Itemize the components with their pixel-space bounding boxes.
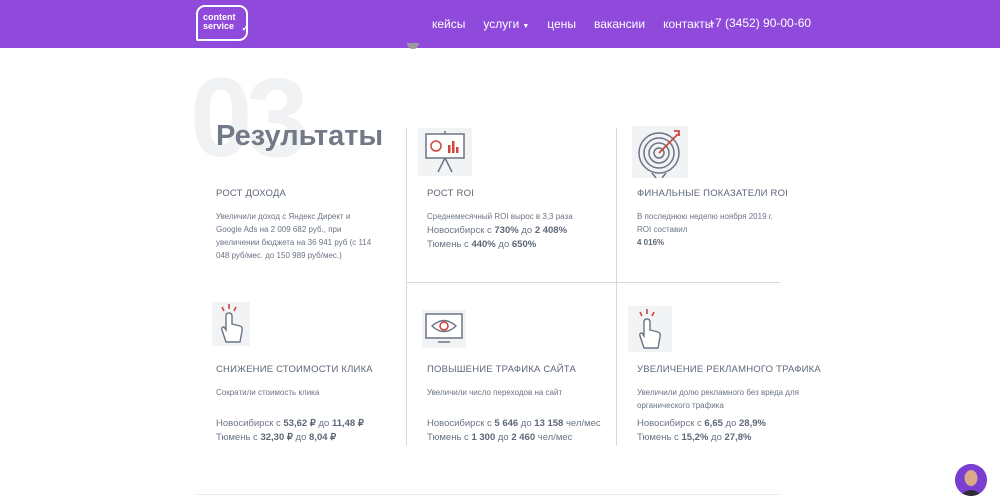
nav-item-services-label: услуги <box>483 17 520 31</box>
target-icon <box>632 126 688 179</box>
card-text: Увеличили число переходов на сайт <box>427 388 563 397</box>
nav-item-services[interactable]: услуги ▼ <box>483 17 529 31</box>
metric-mid: до <box>292 432 310 443</box>
metric-prefix: Тюмень с <box>427 432 472 443</box>
metric-unit: чел/мес <box>535 432 573 443</box>
metric-mid: до <box>315 418 332 429</box>
grid-divider <box>616 128 617 446</box>
scroll-indicator <box>407 43 419 49</box>
roi-value: 4 016% <box>637 238 665 247</box>
metric-mid: до <box>495 432 512 443</box>
nav-item-vacancies[interactable]: вакансии <box>594 17 645 31</box>
site-header: content service ✓ кейсы услуги ▼ цены вак… <box>0 0 1000 48</box>
logo[interactable]: content service ✓ <box>196 5 249 41</box>
metric-line: Новосибирск с 5 646 до 13 158 чел/мес <box>427 417 601 431</box>
card-text: Увеличили долю рекламного без вреда для … <box>637 388 799 410</box>
card-title: Увеличение рекламного трафика <box>637 364 821 375</box>
metric-line: Тюмень с 1 300 до 2 460 чел/мес <box>427 431 572 445</box>
metric-line: Тюмень с 32,30 ₽ до 8,04 ₽ <box>216 431 336 445</box>
eye-monitor-icon <box>422 310 466 348</box>
metric-unit: чел/мес <box>563 418 601 429</box>
metric-prefix: Новосибирск с <box>637 418 705 429</box>
metric-to: 13 158 <box>534 418 564 429</box>
metric-mid: до <box>722 418 739 429</box>
person-avatar-icon <box>955 464 987 496</box>
metric-line: Новосибирск с 53,62 ₽ до 11,48 ₽ <box>216 417 364 431</box>
card-title: Снижение стоимости клика <box>216 364 373 375</box>
metric-mid: до <box>708 432 725 443</box>
metric-to: 27,8% <box>724 432 752 443</box>
card-text: Среднемесячный ROI вырос в 3,3 раза <box>427 212 573 221</box>
nav-item-cases[interactable]: кейсы <box>432 17 465 31</box>
card-text: В последнюю неделю ноября 2019 г. ROI со… <box>637 212 773 234</box>
grid-divider <box>406 282 780 283</box>
metric-to: 2 408% <box>534 225 568 236</box>
card-title: Рост дохода <box>216 188 287 199</box>
metric-to: 28,9% <box>739 418 766 429</box>
metric-mid: до <box>495 239 512 250</box>
card-title: Рост ROI <box>427 188 474 199</box>
metric-from: 730% <box>494 225 519 236</box>
section-number: 03 <box>190 55 309 180</box>
logo-line-2: service <box>203 21 235 31</box>
metric-from: 6,65 <box>704 418 723 429</box>
metric-from: 53,62 ₽ <box>283 418 316 429</box>
metric-from: 440% <box>471 239 496 250</box>
metric-prefix: Тюмень с <box>216 432 261 443</box>
metric-to: 11,48 ₽ <box>331 418 364 429</box>
presentation-board-icon <box>418 128 472 176</box>
metric-to: 8,04 ₽ <box>309 432 337 443</box>
metric-line: Тюмень с 440% до 650% <box>427 238 536 252</box>
metric-prefix: Тюмень с <box>637 432 682 443</box>
card-title: Финальные показатели ROI <box>637 188 789 199</box>
metric-mid: до <box>518 225 535 236</box>
section-title: Результаты <box>216 120 384 152</box>
card-text: Увеличили доход с Яндекс Директ и Google… <box>216 212 372 260</box>
metric-line: Новосибирск с 730% до 2 408% <box>427 224 567 238</box>
metric-to: 2 460 <box>511 432 536 443</box>
metric-prefix: Новосибирск с <box>216 418 284 429</box>
nav-item-prices[interactable]: цены <box>547 17 576 31</box>
metric-to: 650% <box>511 239 537 250</box>
pointer-click-icon <box>628 306 672 352</box>
main-nav: кейсы услуги ▼ цены вакансии контакты <box>432 0 731 48</box>
pointer-click-icon <box>212 302 250 346</box>
check-icon: ✓ <box>241 23 249 33</box>
metric-from: 32,30 ₽ <box>260 432 293 443</box>
metric-prefix: Тюмень с <box>427 239 472 250</box>
grid-divider <box>406 128 407 446</box>
section-divider <box>196 494 780 495</box>
nav-item-contacts[interactable]: контакты <box>663 17 713 31</box>
metric-line: Тюмень с 15,2% до 27,8% <box>637 431 751 445</box>
chat-avatar-button[interactable] <box>955 464 987 496</box>
card-text: Сократили стоимость клика <box>216 388 320 397</box>
chevron-down-icon: ▼ <box>522 23 530 30</box>
metric-from: 15,2% <box>681 432 709 443</box>
metric-prefix: Новосибирск с <box>427 418 495 429</box>
card-title: Повышение трафика сайта <box>427 364 576 375</box>
metric-mid: до <box>518 418 535 429</box>
metric-prefix: Новосибирск с <box>427 225 495 236</box>
metric-from: 1 300 <box>471 432 496 443</box>
phone-link[interactable]: +7 (3452) 90-00-60 <box>708 16 811 30</box>
metric-line: Новосибирск с 6,65 до 28,9% <box>637 417 766 431</box>
card-value: 4 016% <box>637 236 664 249</box>
metric-from: 5 646 <box>494 418 519 429</box>
